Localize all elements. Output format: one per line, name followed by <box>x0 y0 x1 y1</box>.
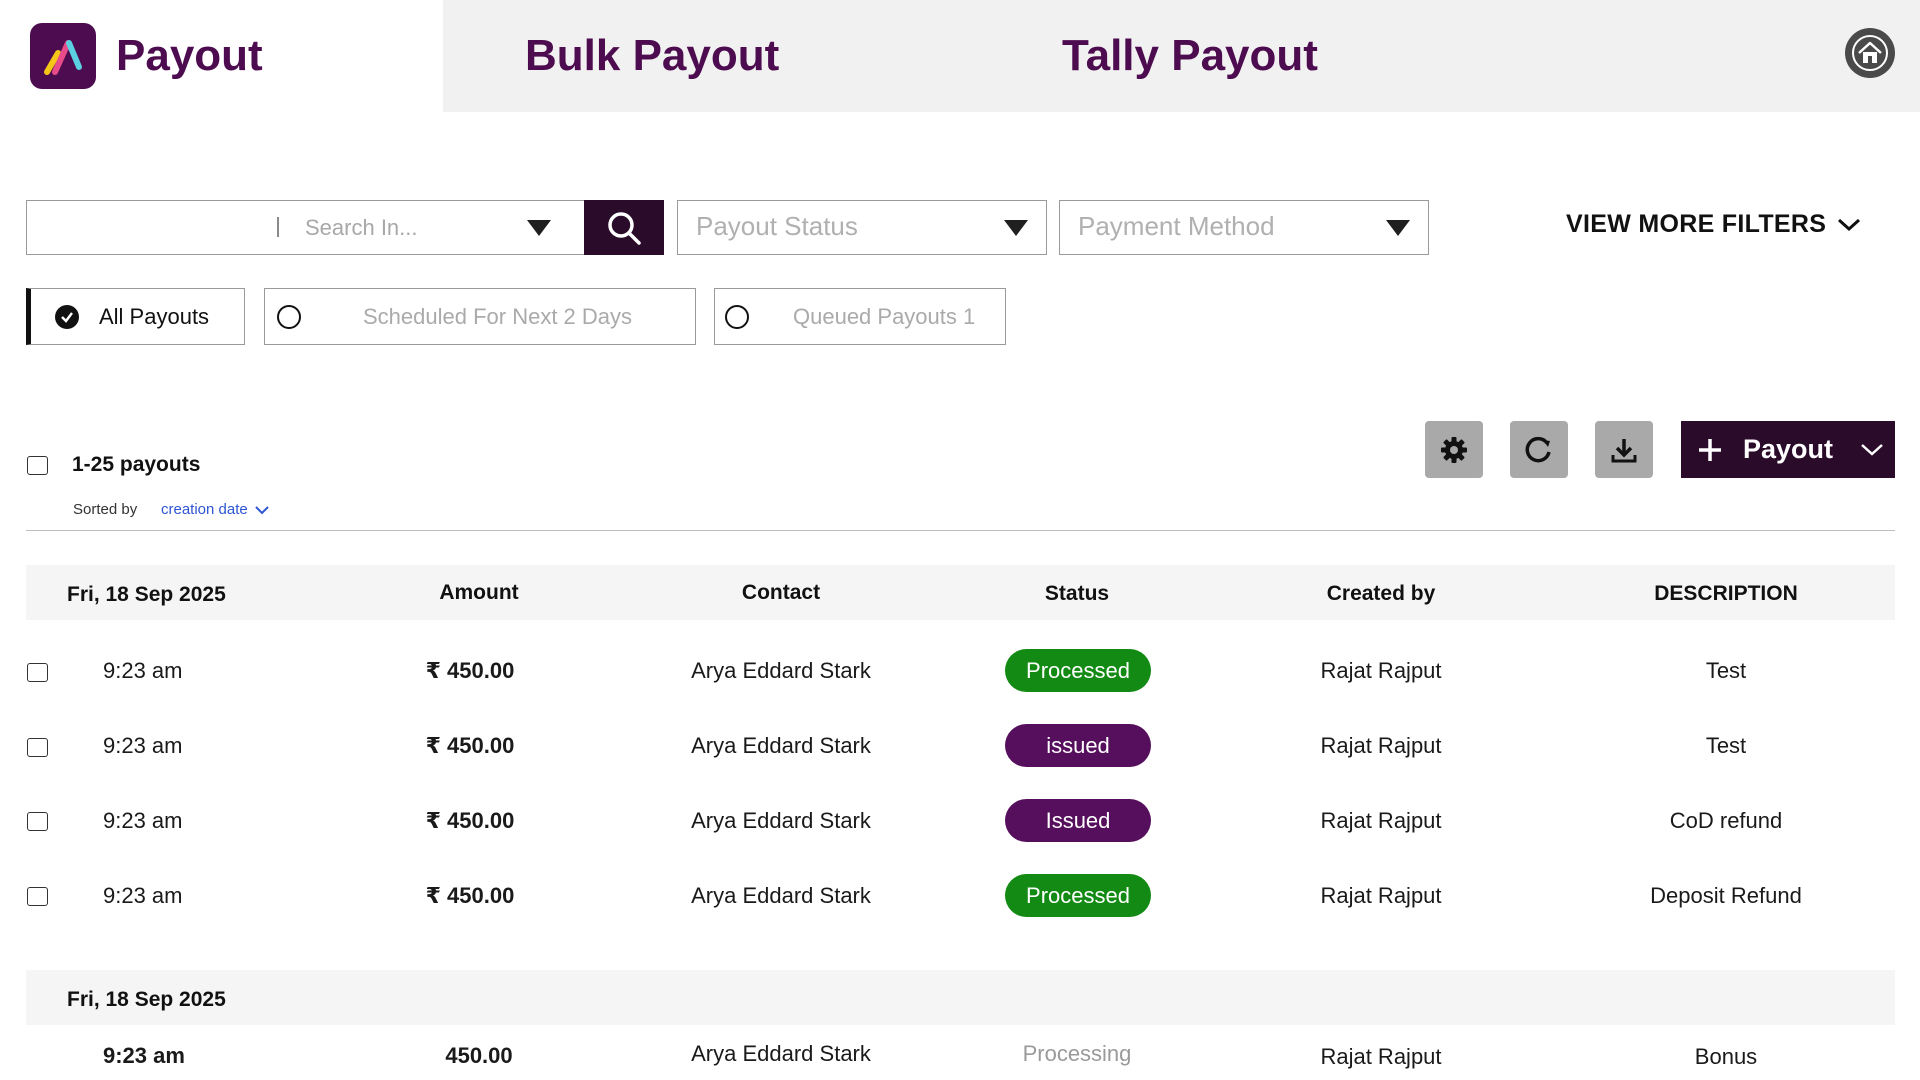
column-amount[interactable]: Amount <box>439 581 518 605</box>
row-description: Test <box>1705 658 1747 683</box>
status-badge: Issued <box>1005 799 1151 842</box>
group-header <box>26 970 1895 1025</box>
row-contact[interactable]: Arya Eddard Stark <box>691 883 871 909</box>
tab-payout[interactable]: Payout <box>0 0 443 112</box>
row-created-by: Rajat Rajput <box>1320 733 1442 758</box>
row-description: Test <box>1705 733 1747 758</box>
row-status: Processing <box>1022 1041 1132 1066</box>
row-description: Deposit Refund <box>1650 883 1802 908</box>
row-created-by: Rajat Rajput <box>1320 1044 1442 1069</box>
row-contact[interactable]: Arya Eddard Stark <box>691 1041 871 1067</box>
status-badge: issued <box>1005 724 1151 767</box>
gear-icon <box>1441 436 1467 463</box>
tab-tally-payout[interactable]: Tally Payout <box>1062 0 1318 112</box>
status-badge: Processed <box>1005 874 1151 917</box>
row-checkbox[interactable] <box>27 663 48 682</box>
sort-field-label: creation date <box>161 501 248 518</box>
top-nav: Payout Bulk Payout Tally Payout <box>0 0 1920 112</box>
row-time: 9:23 am <box>103 658 183 683</box>
view-more-filters-label: VIEW MORE FILTERS <box>1566 210 1827 238</box>
row-checkbox[interactable] <box>27 812 48 831</box>
chevron-down-icon[interactable] <box>527 220 551 236</box>
row-time: 9:23 am <box>103 1043 185 1068</box>
row-description: Bonus <box>1694 1044 1758 1069</box>
row-contact[interactable]: Arya Eddard Stark <box>691 808 871 834</box>
sort-field-dropdown[interactable]: creation date <box>161 501 270 518</box>
chip-all-payouts[interactable]: All Payouts <box>26 288 245 345</box>
chevron-down-icon <box>1838 218 1861 231</box>
search-button[interactable] <box>584 200 664 255</box>
payout-count: 1-25 payouts <box>72 453 201 476</box>
row-time: 9:23 am <box>103 808 183 833</box>
row-amount: ₹ 450.00 <box>425 733 515 758</box>
row-checkbox[interactable] <box>27 887 48 906</box>
row-time: 9:23 am <box>103 883 183 908</box>
row-checkbox[interactable] <box>27 738 48 757</box>
column-contact[interactable]: Contact <box>742 581 820 605</box>
row-contact[interactable]: Arya Eddard Stark <box>691 733 871 759</box>
row-amount: ₹ 450.00 <box>425 808 515 833</box>
chip-queued-label: Queued Payouts 1 <box>793 304 976 329</box>
tab-payout-label: Payout <box>116 31 263 80</box>
check-circle-icon <box>55 305 79 329</box>
row-created-by: Rajat Rajput <box>1320 883 1442 908</box>
add-payout-button[interactable]: Payout <box>1681 421 1895 478</box>
status-badge: Processed <box>1005 649 1151 692</box>
search-in-select[interactable]: Search In... <box>305 215 418 241</box>
row-amount: ₹ 450.00 <box>425 883 515 908</box>
group-date: Fri, 18 Sep 2025 <box>67 988 226 1011</box>
sorted-by-label: Sorted by <box>73 501 138 518</box>
app-logo <box>30 23 96 89</box>
tab-bulk-payout[interactable]: Bulk Payout <box>525 0 779 112</box>
chevron-down-icon <box>255 505 269 514</box>
list-divider <box>26 530 1895 531</box>
add-payout-label: Payout <box>1743 434 1834 464</box>
payout-status-placeholder: Payout Status <box>696 211 858 241</box>
payout-status-dropdown[interactable]: Payout Status <box>677 200 1047 255</box>
download-icon <box>1611 438 1637 462</box>
row-amount: 450.00 <box>445 1043 513 1068</box>
settings-button[interactable] <box>1425 421 1483 478</box>
chevron-down-icon <box>1004 220 1028 236</box>
chip-scheduled[interactable]: Scheduled For Next 2 Days <box>264 288 696 345</box>
row-created-by: Rajat Rajput <box>1320 808 1442 833</box>
row-created-by: Rajat Rajput <box>1320 658 1442 683</box>
row-time: 9:23 am <box>103 733 183 758</box>
chip-queued[interactable]: Queued Payouts 1 <box>714 288 1006 345</box>
row-contact[interactable]: Arya Eddard Stark <box>691 658 871 684</box>
plus-icon <box>1699 438 1721 461</box>
radio-icon <box>277 305 301 329</box>
payment-method-placeholder: Payment Method <box>1078 211 1275 241</box>
home-icon[interactable] <box>1845 28 1895 78</box>
refresh-icon <box>1525 436 1551 462</box>
column-created-by[interactable]: Created by <box>1327 582 1436 606</box>
refresh-button[interactable] <box>1510 421 1568 478</box>
search-input[interactable]: Search In... <box>26 200 584 255</box>
chip-all-label: All Payouts <box>99 304 210 329</box>
table-header <box>26 565 1895 620</box>
view-more-filters-button[interactable]: VIEW MORE FILTERS <box>1566 210 1862 239</box>
payment-method-dropdown[interactable]: Payment Method <box>1059 200 1429 255</box>
chip-scheduled-label: Scheduled For Next 2 Days <box>363 304 633 329</box>
column-status[interactable]: Status <box>1045 582 1109 606</box>
column-description[interactable]: DESCRIPTION <box>1654 582 1798 606</box>
row-amount: ₹ 450.00 <box>425 658 515 683</box>
chevron-down-icon <box>1861 443 1883 456</box>
search-icon <box>608 211 641 245</box>
group-date: Fri, 18 Sep 2025 <box>67 583 226 606</box>
row-description: CoD refund <box>1669 808 1783 833</box>
download-button[interactable] <box>1595 421 1653 478</box>
chevron-down-icon <box>1386 220 1410 236</box>
search-separator <box>277 217 279 237</box>
radio-icon <box>725 305 749 329</box>
select-all-checkbox[interactable] <box>27 456 48 475</box>
